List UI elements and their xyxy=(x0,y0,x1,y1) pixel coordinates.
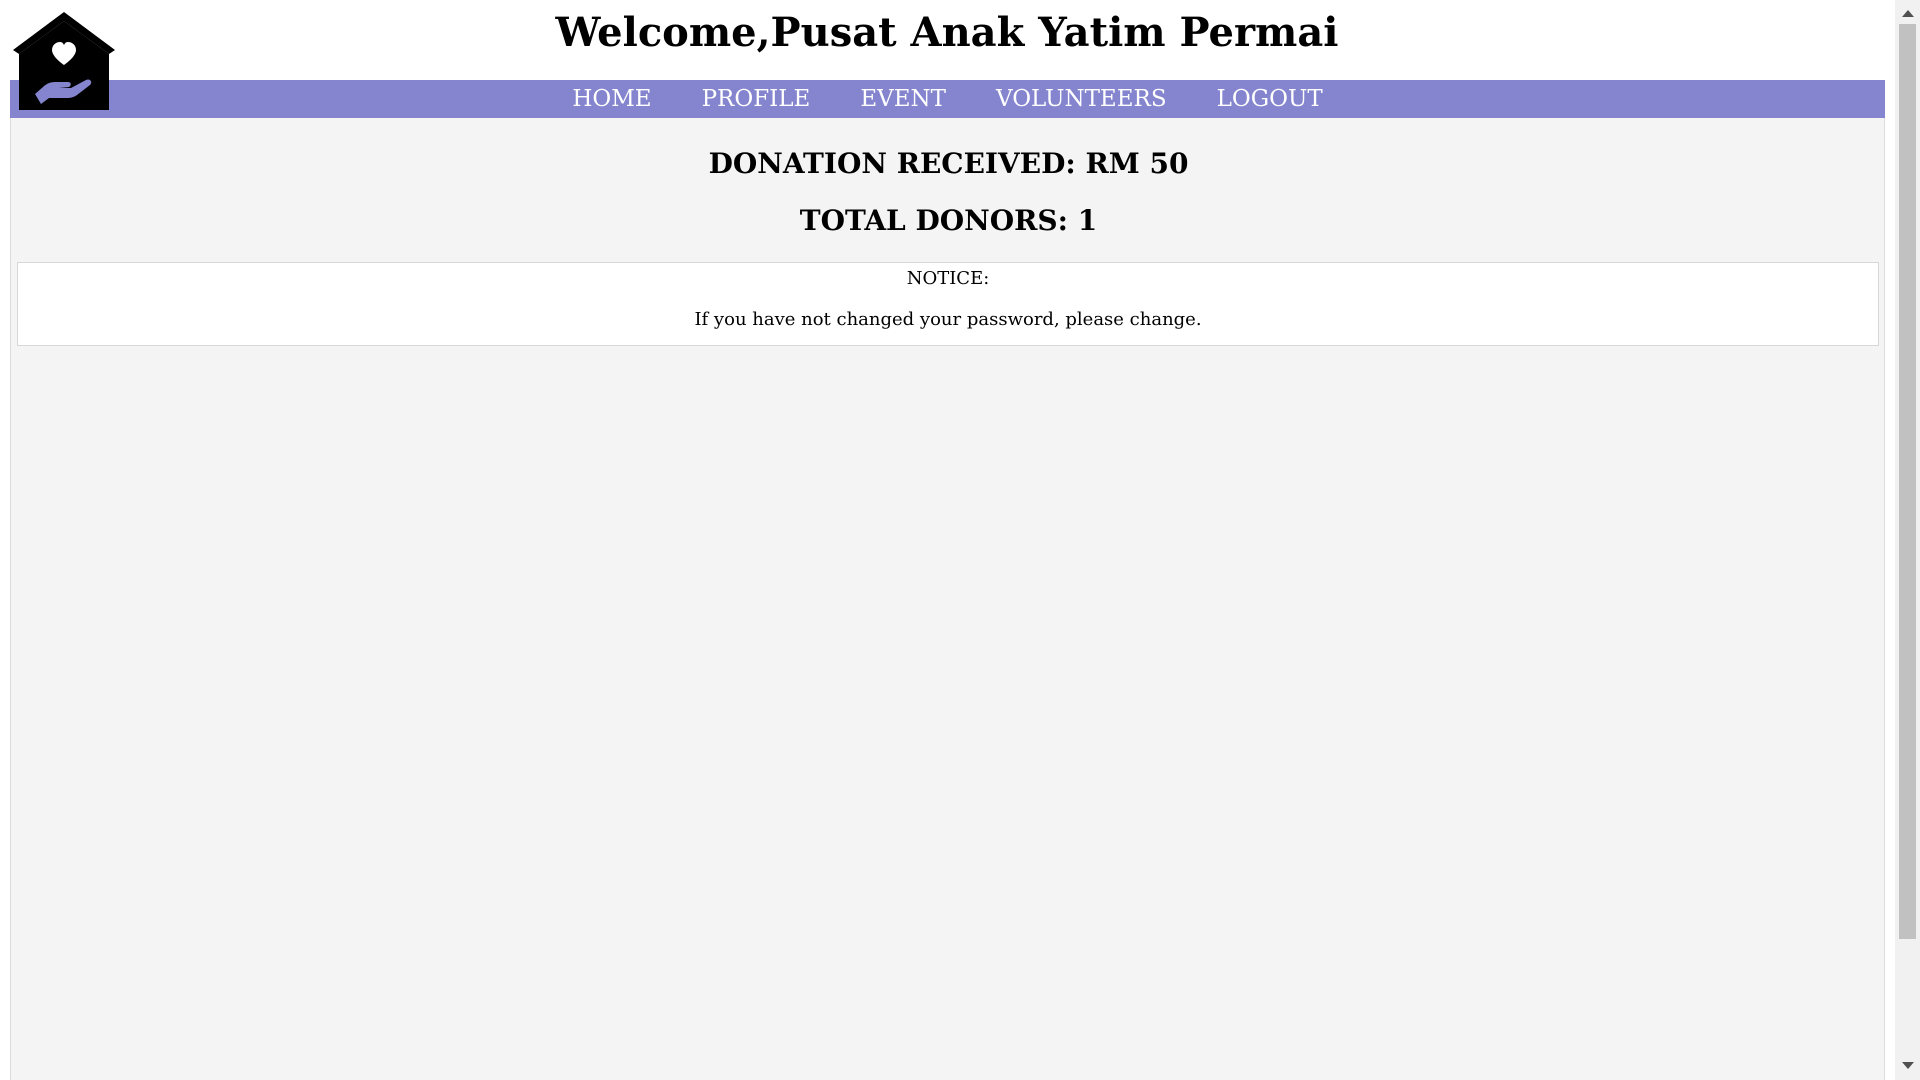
notice-title: NOTICE: xyxy=(906,268,990,289)
house-heart-hand-icon xyxy=(13,12,115,110)
notice-box: NOTICE: If you have not changed your pas… xyxy=(17,262,1879,346)
donation-received: DONATION RECEIVED: RM 50 xyxy=(708,147,1189,180)
nav-home[interactable]: HOME xyxy=(572,80,651,118)
page: Welcome,Pusat Anak Yatim Permai HOME PRO… xyxy=(0,0,1920,1080)
logo[interactable] xyxy=(11,10,117,113)
scroll-up-icon[interactable] xyxy=(1902,10,1914,17)
total-donors: TOTAL DONORS: 1 xyxy=(799,204,1098,237)
nav-profile[interactable]: PROFILE xyxy=(702,80,811,118)
main-content: DONATION RECEIVED: RM 50 TOTAL DONORS: 1… xyxy=(10,118,1885,1080)
notice-message: If you have not changed your password, p… xyxy=(694,309,1202,330)
nav-logout[interactable]: LOGOUT xyxy=(1217,80,1323,118)
header: Welcome,Pusat Anak Yatim Permai xyxy=(0,0,1885,80)
scroll-down-icon[interactable] xyxy=(1902,1062,1914,1069)
scroll-thumb[interactable] xyxy=(1899,24,1916,939)
main-nav: HOME PROFILE EVENT VOLUNTEERS LOGOUT xyxy=(10,80,1885,118)
nav-volunteers[interactable]: VOLUNTEERS xyxy=(996,80,1167,118)
nav-event[interactable]: EVENT xyxy=(860,80,946,118)
page-title: Welcome,Pusat Anak Yatim Permai xyxy=(555,9,1339,56)
vertical-scrollbar[interactable] xyxy=(1895,0,1920,1080)
